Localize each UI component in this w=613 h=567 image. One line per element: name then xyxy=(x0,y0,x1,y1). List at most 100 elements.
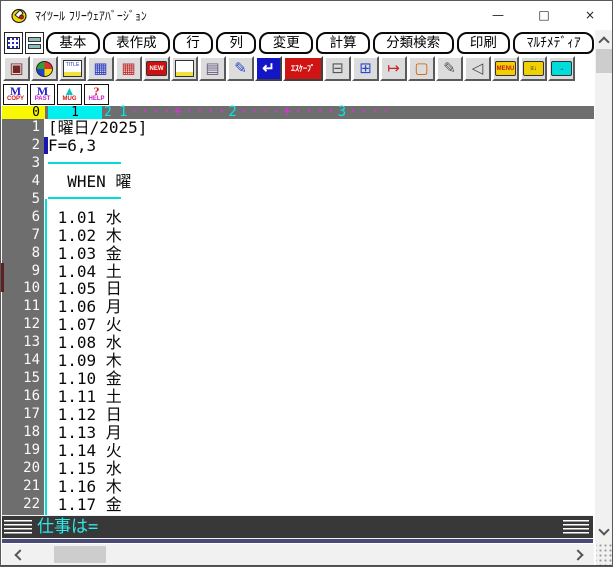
vertical-scroll-thumb[interactable] xyxy=(596,49,612,73)
tab-print[interactable]: 印刷 xyxy=(456,32,511,54)
floppy-save-icon[interactable]: ▦ xyxy=(115,56,142,81)
editor-content[interactable]: [曜日/2025] F=6,3 WHEN 曜 1.01 水 1.02 木 1.03… xyxy=(44,119,595,515)
insert-arrow-icon[interactable]: ↦ xyxy=(380,56,407,81)
tab-change[interactable]: 変更 xyxy=(259,32,314,54)
tab-basic[interactable]: 基本 xyxy=(46,32,100,54)
text-line: 1.17 金 xyxy=(48,494,122,514)
table-border-bottom xyxy=(48,197,121,199)
line-number: 18 xyxy=(23,423,40,440)
menu-tab-bar: 基本 表作成行列変更 計算 分類検索 印刷 ﾏﾙﾁﾒﾃﾞｨｱ xyxy=(2,30,594,56)
resize-grip[interactable] xyxy=(596,544,612,565)
printer-icon-glyph: ▤ xyxy=(205,59,220,77)
app-window: ﾏｲﾂｰﾙ ﾌﾘｰｳｪｱﾊﾞｰｼﾞｮﾝ — □ × 基本 表作成行列変更 計算 分類検… xyxy=(0,0,613,567)
m-copy-button[interactable]: M COPY xyxy=(3,84,28,105)
printer-pen-icon-glyph: ✎ xyxy=(234,59,247,77)
next-page-icon[interactable]: → xyxy=(548,56,575,81)
window-grid-icon[interactable]: ⊞ xyxy=(352,56,379,81)
text-line xyxy=(44,155,595,173)
text-line: 1.11 土 xyxy=(48,387,122,407)
command-bar-border xyxy=(2,539,593,544)
pie-chart-icon[interactable] xyxy=(31,56,58,81)
printer-icon[interactable]: ▤ xyxy=(199,56,226,81)
speaker-icon[interactable]: ◁ xyxy=(464,56,491,81)
m-paste-button[interactable]: M PAST xyxy=(30,84,55,105)
cell-grid-icon[interactable] xyxy=(4,32,23,54)
escape-key-button[interactable]: ｴｽｹｰﾌﾟ xyxy=(283,56,323,81)
printer-pen-icon[interactable]: ✎ xyxy=(227,56,254,81)
mug-button-row: M COPY M PAST ▲ MUG? HELP xyxy=(2,84,594,106)
grid-glyph xyxy=(7,37,20,49)
tab-row[interactable]: 行 xyxy=(172,32,214,54)
laptop-icon[interactable]: ⊟ xyxy=(324,56,351,81)
minimize-button[interactable]: — xyxy=(475,1,521,29)
help-button[interactable]: ? HELP xyxy=(84,84,109,105)
horizontal-scrollbar[interactable] xyxy=(2,544,594,565)
tab-table-create[interactable]: 表作成 xyxy=(102,32,170,54)
text-line: 1.01 水 xyxy=(48,207,122,227)
line-number: 16 xyxy=(23,388,40,405)
tab-sort-search[interactable]: 分類検索 xyxy=(372,32,454,54)
line-number: 17 xyxy=(23,406,40,422)
flash-doc-icon[interactable]: ▢ xyxy=(408,56,435,81)
floppy-load-icon-glyph: ▦ xyxy=(93,59,108,77)
floppy-load-icon[interactable]: ▦ xyxy=(87,56,114,81)
line-number: 9 xyxy=(31,262,40,279)
text-line: 1.10 金 xyxy=(48,369,122,389)
document-icon[interactable] xyxy=(171,56,198,81)
title-form-icon[interactable]: TITLE xyxy=(59,56,86,81)
line-number: 1 xyxy=(31,119,40,135)
scroll-up-icon[interactable] xyxy=(598,36,610,48)
text-line: 1.08 水 xyxy=(48,333,122,353)
m-copy-button-label: COPY xyxy=(6,96,24,102)
text-line: 1.15 水 xyxy=(48,458,122,478)
maximize-button[interactable]: □ xyxy=(521,1,567,29)
flash-doc-icon-glyph: ▢ xyxy=(414,59,429,77)
command-prompt: 仕事は= xyxy=(37,517,99,537)
help-button-label: ? xyxy=(93,84,100,98)
text-line: 1.07 火 xyxy=(48,315,122,335)
pencil-icon-glyph: ✎ xyxy=(443,59,456,77)
row-bars-icon[interactable] xyxy=(25,32,44,54)
horizontal-scroll-thumb[interactable] xyxy=(54,546,106,563)
menu-book-icon[interactable]: MENU xyxy=(492,56,519,81)
text-line: 1.03 金 xyxy=(48,243,122,263)
tab-column[interactable]: 列 xyxy=(216,32,257,54)
close-button[interactable]: × xyxy=(567,1,612,29)
line-number: 7 xyxy=(31,226,40,243)
scroll-left-icon[interactable] xyxy=(14,549,26,561)
window-style-icon[interactable]: ▣ xyxy=(3,56,30,81)
help-button-label: HELP xyxy=(88,96,105,102)
line-number: 10 xyxy=(23,280,40,297)
new-file-icon[interactable]: NEW xyxy=(143,56,170,81)
list-down-icon[interactable]: ≡↓ xyxy=(520,56,547,81)
vertical-scrollbar[interactable] xyxy=(595,30,612,544)
tab-multimedia[interactable]: ﾏﾙﾁﾒﾃﾞｨｱ xyxy=(513,32,594,54)
text-cursor xyxy=(44,137,48,154)
line-number: 4 xyxy=(31,172,40,189)
return-key-button[interactable]: ↵ xyxy=(255,56,282,81)
tab-calc[interactable]: 計算 xyxy=(316,32,370,54)
text-line: 1.16 木 xyxy=(48,476,122,496)
title-bar: ﾏｲﾂｰﾙ ﾌﾘｰｳｪｱﾊﾞｰｼﾞｮﾝ — □ × xyxy=(2,1,612,29)
table-border-top xyxy=(48,162,121,164)
text-line xyxy=(44,191,595,209)
pencil-icon[interactable]: ✎ xyxy=(436,56,463,81)
m-copy-button-label: M xyxy=(9,84,22,98)
line-number: 5 xyxy=(31,190,40,207)
menu-book-icon-glyph: MENU xyxy=(494,61,517,76)
left-edge-marker xyxy=(1,263,4,292)
text-line: [曜日/2025] xyxy=(48,118,148,137)
scroll-right-icon[interactable] xyxy=(572,549,584,561)
line-number: 13 xyxy=(23,334,40,351)
window-style-icon-glyph: ▣ xyxy=(9,59,24,77)
floppy-save-icon-glyph: ▦ xyxy=(121,59,136,77)
line-number: 3 xyxy=(31,154,40,171)
mug-button[interactable]: ▲ MUG xyxy=(57,84,82,105)
line-number: 12 xyxy=(23,316,40,333)
text-line: 1.12 日 xyxy=(48,405,122,424)
mug-button-label: MUG xyxy=(62,96,77,102)
scroll-down-icon[interactable] xyxy=(598,524,610,536)
line-number: 22 xyxy=(23,495,40,512)
command-bar[interactable]: 仕事は= xyxy=(2,515,593,539)
table-border-left xyxy=(44,199,47,515)
